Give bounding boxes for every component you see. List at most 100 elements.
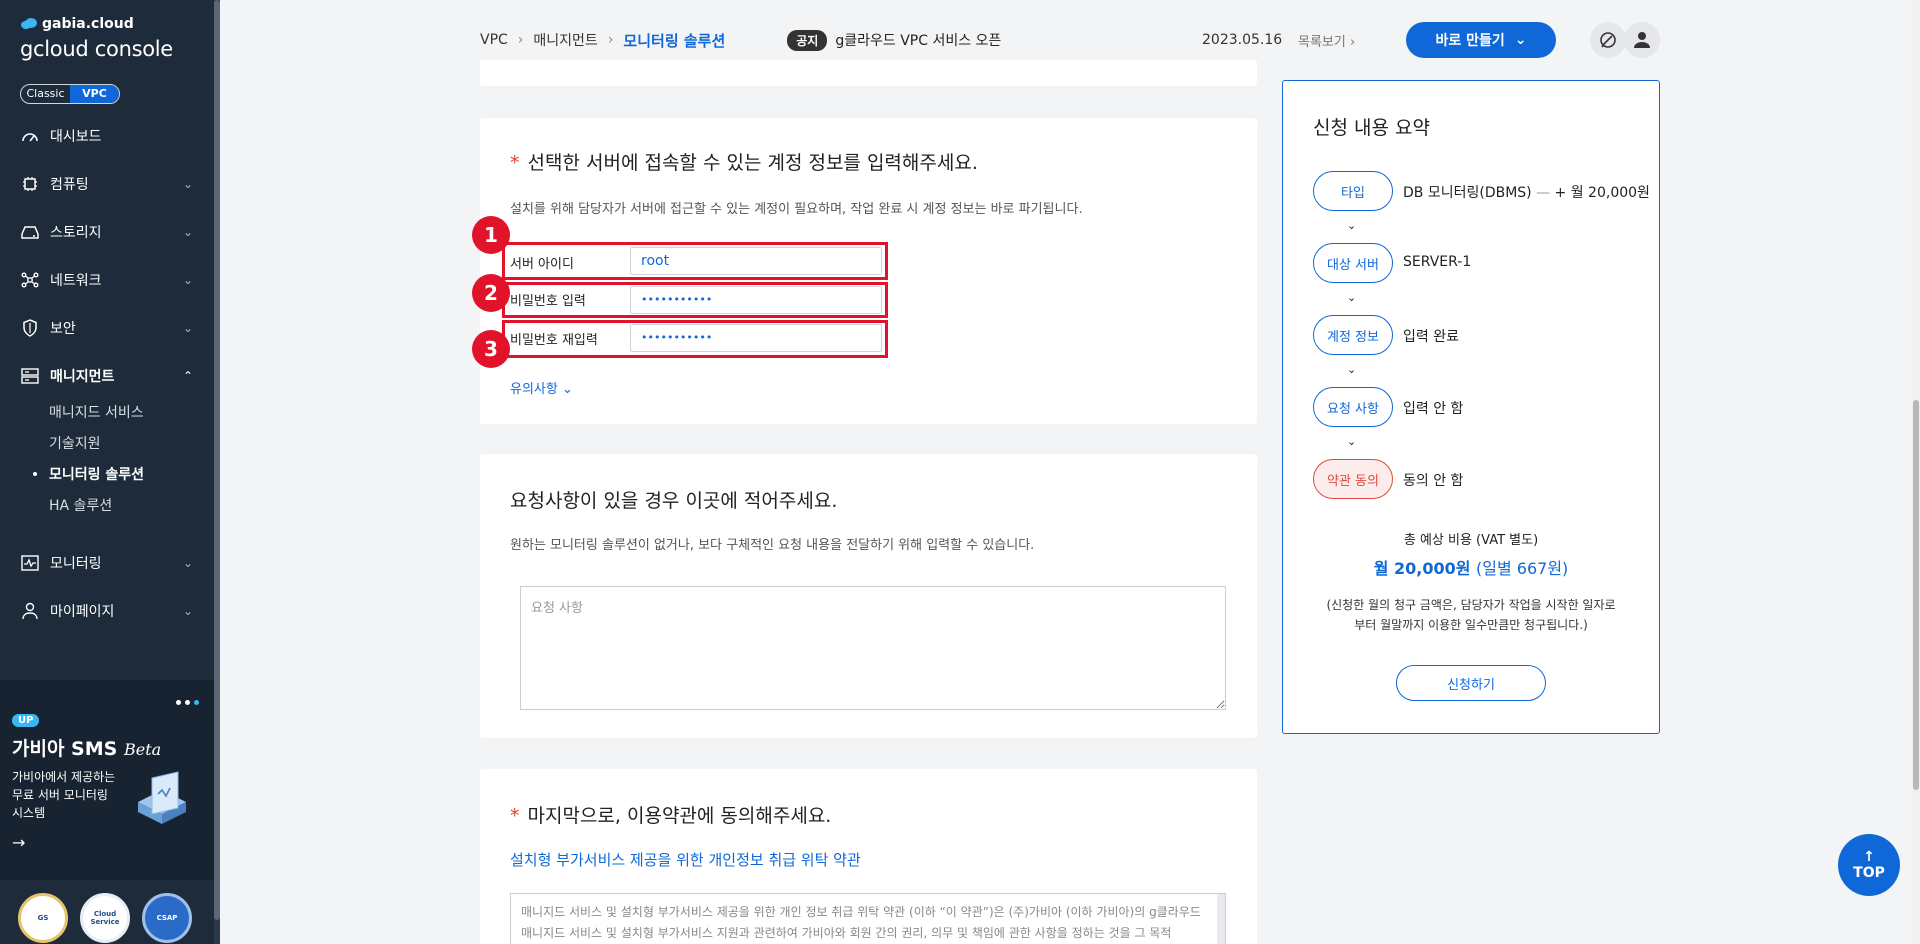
- carousel-dots[interactable]: [176, 700, 199, 705]
- total-cost-label: 총 예상 비용 (VAT 별도): [1403, 533, 1539, 548]
- sms-promo-banner[interactable]: UP 가비아 SMS Beta 가비아에서 제공하는 무료 서버 모니터링 시스…: [0, 680, 214, 880]
- nav-monitoring[interactable]: 모니터링 ⌄: [0, 543, 214, 583]
- shield-icon: [20, 318, 40, 338]
- network-icon: [20, 270, 40, 290]
- summary-step-request: 요청 사항: [1313, 387, 1393, 427]
- nav-security[interactable]: 보안 ⌄: [0, 308, 214, 348]
- breadcrumb: VPC › 매니지먼트 › 모니터링 솔루션: [480, 30, 726, 50]
- create-now-button[interactable]: 바로 만들기 ⌄: [1406, 22, 1556, 58]
- nav-label: 대시보드: [50, 129, 102, 145]
- toggle-vpc[interactable]: VPC: [70, 85, 119, 103]
- crumb-vpc[interactable]: VPC: [480, 32, 508, 48]
- nav-dashboard[interactable]: 대시보드: [0, 116, 214, 156]
- sub-tech-support[interactable]: 기술지원: [49, 433, 101, 453]
- highlight-box-3: [502, 320, 888, 358]
- crumb-management[interactable]: 매니지먼트: [533, 30, 597, 50]
- certification-badges: GS Cloud Service CSAP: [18, 893, 192, 943]
- server-cube-icon: [138, 771, 186, 824]
- request-card: 요청사항이 있을 경우 이곳에 적어주세요. 원하는 모니터링 솔루션이 없거나…: [480, 454, 1257, 738]
- account-section-desc: 설치를 위해 담당자가 서버에 접근할 수 있는 계정이 필요하며, 작업 완료…: [510, 202, 1083, 217]
- brand-top-text: gabia.cloud: [42, 16, 134, 32]
- chevron-down-icon: ⌄: [1347, 219, 1357, 232]
- banner-title: 가비아 SMS Beta: [12, 738, 162, 760]
- monitor-icon: [20, 553, 40, 573]
- sidebar: gabia.cloud gcloud console Classic VPC 대…: [0, 0, 220, 944]
- summary-value-request: 입력 안 함: [1403, 401, 1464, 417]
- billing-note: (신청한 월의 청구 금액은, 담당자가 작업을 시작한 일자로부터 월말까지 …: [1326, 598, 1616, 632]
- terms-scrollbar[interactable]: [1217, 894, 1225, 944]
- nav-mypage[interactable]: 마이페이지 ⌄: [0, 591, 214, 631]
- chevron-up-icon: ⌃: [182, 369, 194, 383]
- arrow-right-icon[interactable]: →: [12, 833, 25, 852]
- request-textarea[interactable]: [520, 586, 1226, 710]
- sub-ha-solution[interactable]: HA 솔루션: [49, 495, 112, 515]
- chevron-down-icon: ⌄: [1347, 363, 1357, 376]
- chevron-down-icon: ⌄: [182, 177, 194, 191]
- page-scrollbar[interactable]: [1912, 0, 1920, 944]
- step-marker-2: 2: [472, 274, 510, 312]
- chip-icon: [20, 174, 40, 194]
- previous-section-card: [480, 60, 1257, 86]
- cloud-service-badge: Cloud Service: [80, 893, 130, 943]
- summary-value-type: DB 모니터링(DBMS) — + 월 20,000원: [1403, 185, 1650, 201]
- terms-card: * 마지막으로, 이용약관에 동의해주세요. 설치형 부가서비스 제공을 위한 개…: [480, 769, 1257, 944]
- summary-title: 신청 내용 요약: [1313, 117, 1430, 139]
- notice-badge: 공지: [787, 29, 828, 51]
- nav-network[interactable]: 네트워크 ⌄: [0, 260, 214, 300]
- highlight-box-2: [502, 282, 888, 318]
- summary-value-server: SERVER-1: [1403, 254, 1472, 270]
- chevron-down-icon: ⌄: [1347, 435, 1357, 448]
- toggle-classic[interactable]: Classic: [21, 85, 70, 103]
- sub-monitoring-solution[interactable]: 모니터링 솔루션: [32, 464, 144, 484]
- nav-label: 네트워크: [50, 273, 102, 289]
- chat-icon[interactable]: [1590, 22, 1626, 58]
- highlight-box-1: [502, 242, 888, 280]
- terms-textbox[interactable]: 매니지드 서비스 및 설치형 부가서비스 제공을 위한 개인 정보 취급 위탁 …: [510, 893, 1226, 944]
- terms-link[interactable]: 설치형 부가서비스 제공을 위한 개인정보 취급 위탁 약관: [510, 849, 861, 870]
- brand-logo[interactable]: gabia.cloud: [20, 16, 134, 32]
- request-section-title: 요청사항이 있을 경우 이곳에 적어주세요.: [510, 490, 838, 512]
- profile-icon[interactable]: [1624, 22, 1660, 58]
- management-icon: [20, 366, 40, 386]
- chevron-down-icon: ⌄: [182, 604, 194, 618]
- sub-managed-service[interactable]: 매니지드 서비스: [49, 402, 144, 422]
- nav-management[interactable]: 매니지먼트 ⌃: [0, 356, 214, 396]
- step-marker-3: 3: [472, 330, 510, 368]
- account-info-card: * 선택한 서버에 접속할 수 있는 계정 정보를 입력해주세요. 설치를 위해 …: [472, 118, 1257, 424]
- scroll-top-button[interactable]: ↑ TOP: [1838, 834, 1900, 896]
- csap-badge: CSAP: [142, 893, 192, 943]
- chevron-down-icon: ⌄: [182, 321, 194, 335]
- account-section-title: * 선택한 서버에 접속할 수 있는 계정 정보를 입력해주세요.: [510, 152, 978, 174]
- chevron-down-icon: ⌄: [1347, 291, 1357, 304]
- gs-certification-badge: GS: [18, 893, 68, 943]
- caution-toggle[interactable]: 유의사항 ⌄: [510, 378, 573, 397]
- nav-computing[interactable]: 컴퓨팅 ⌄: [0, 164, 214, 204]
- nav-label: 컴퓨팅: [50, 177, 89, 193]
- notice-text[interactable]: g클라우드 VPC 서비스 오픈: [835, 30, 1001, 50]
- user-icon: [20, 601, 40, 621]
- nav-label: 마이페이지: [50, 604, 115, 620]
- top-header: VPC › 매니지먼트 › 모니터링 솔루션 공지 g클라우드 VPC 서비스 …: [480, 20, 1660, 60]
- sidebar-scrollbar[interactable]: [214, 0, 220, 944]
- nav-label: 보안: [50, 321, 76, 337]
- chevron-down-icon: ⌄: [182, 273, 194, 287]
- summary-value-account: 입력 완료: [1403, 329, 1459, 345]
- classic-vpc-toggle[interactable]: Classic VPC: [20, 84, 120, 104]
- step-marker-1: 1: [472, 216, 510, 254]
- notice-date: 2023.05.16: [1202, 32, 1283, 48]
- apply-button[interactable]: 신청하기: [1396, 665, 1546, 701]
- gauge-icon: [20, 126, 40, 146]
- total-cost-value: 월 20,000원 (일별 667원): [1373, 559, 1569, 578]
- nav-storage[interactable]: 스토리지 ⌄: [0, 212, 214, 252]
- notice-list-link[interactable]: 목록보기 ›: [1298, 31, 1355, 50]
- cloud-icon: [21, 18, 37, 29]
- chevron-down-icon: ⌄: [182, 556, 194, 570]
- request-section-desc: 원하는 모니터링 솔루션이 없거나, 보다 구체적인 요청 내용을 전달하기 위…: [510, 538, 1035, 553]
- up-badge: UP: [12, 714, 40, 727]
- summary-step-terms: 약관 동의: [1313, 459, 1393, 499]
- summary-step-server: 대상 서버: [1313, 243, 1393, 283]
- nav-label: 모니터링: [50, 556, 102, 572]
- chevron-down-icon: ⌄: [1514, 32, 1527, 48]
- nav-label: 스토리지: [50, 225, 102, 241]
- crumb-current: 모니터링 솔루션: [623, 31, 726, 50]
